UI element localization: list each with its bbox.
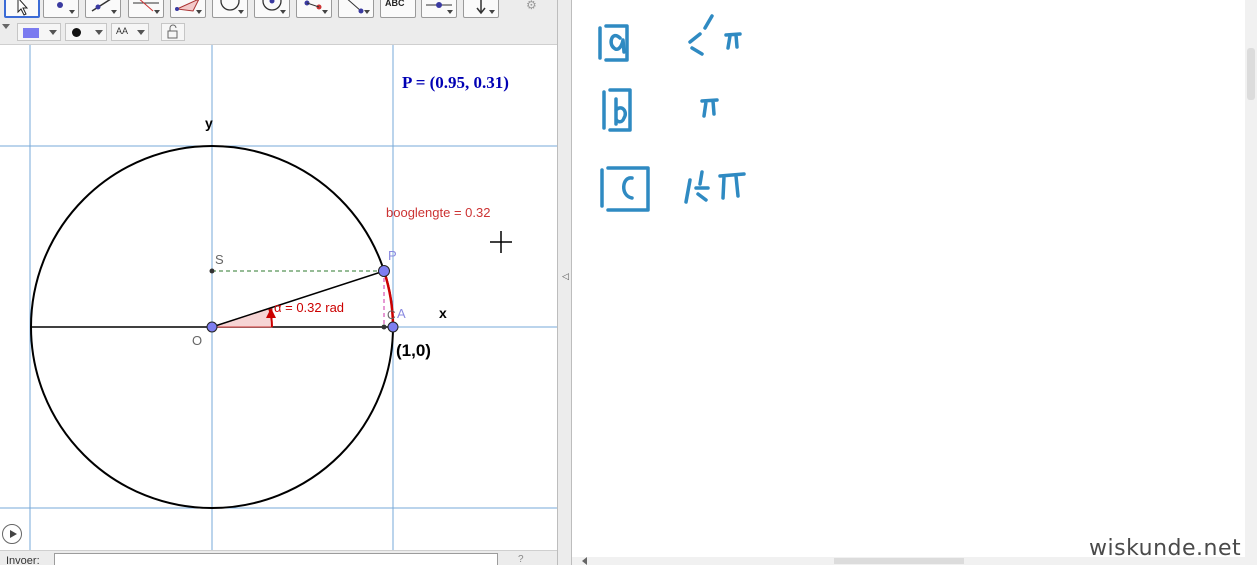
perpendicular-tool[interactable] [128,0,164,18]
toolbar: ABC ⚙ [0,0,557,20]
font-size-picker[interactable]: AA [111,23,149,41]
style-bar: AA [0,20,557,45]
slider-tool[interactable] [421,0,457,18]
point-tool[interactable] [43,0,79,18]
circle-tool[interactable] [212,0,248,18]
font-size-label: AA [116,26,129,36]
grid-lines [0,45,557,550]
lock-button[interactable] [161,23,185,41]
row-b-label [602,88,632,132]
color-picker[interactable] [17,23,61,41]
lock-icon [167,24,178,39]
stylebar-toggle-icon[interactable] [2,24,10,29]
label-S: S [215,252,224,267]
watermark: wiskunde.net [1089,536,1242,561]
row-c-label [600,166,650,212]
move-tool[interactable] [4,0,40,18]
row-a-answer [688,14,742,56]
point-O[interactable] [206,321,218,333]
axis-label-y: y [205,115,213,131]
move-view-tool[interactable] [463,0,499,18]
input-bar: Invoer: ? [0,550,557,565]
graphics-canvas[interactable]: y x S P C A O (1,0) α = 0.32 rad booglen… [0,45,557,550]
coords-label: P = (0.95, 0.31) [402,73,509,92]
input-field[interactable] [54,553,498,565]
horizontal-scroll-thumb[interactable] [834,558,964,564]
radius-OP [211,270,385,328]
text-tool[interactable]: ABC [380,0,416,18]
circle-center-tool[interactable] [254,0,290,18]
point-S[interactable] [209,268,215,274]
notes-pane [572,0,1257,565]
line-tool[interactable] [85,0,121,18]
arc-length-label: booglengte = 0.32 [386,205,490,220]
vertical-scrollbar[interactable] [1245,0,1257,565]
ellipse-icon [304,0,322,10]
play-button[interactable] [2,524,22,544]
circle-icon [220,0,240,11]
row-b-answer [700,98,719,118]
point-icon [57,2,63,8]
input-label: Invoer: [6,555,40,565]
perpendicular-icon [133,0,159,12]
label-O: O [192,333,202,348]
gear-icon[interactable]: ⚙ [526,0,537,12]
label-P: P [388,248,397,263]
angle-icon [347,0,364,14]
color-swatch [23,28,39,38]
point-style-picker[interactable] [65,23,107,41]
circle-point-icon [262,0,282,11]
angle-tool[interactable] [338,0,374,18]
play-icon [10,530,17,538]
point-A[interactable] [387,321,399,333]
handwriting-canvas [598,14,746,212]
geogebra-pane: ABC ⚙ AA y x S P C A O (1,0) α = 0.32 ra… [0,0,557,565]
graphics-view[interactable]: y x S P C A O (1,0) α = 0.32 rad booglen… [0,45,557,550]
angle-label: α = 0.32 rad [274,300,344,315]
arrow-cursor-icon [17,0,29,16]
label-C: C [387,308,396,322]
label-one-zero: (1,0) [396,341,431,360]
point-style-icon [72,28,81,37]
polygon-tool[interactable] [170,0,206,18]
row-c-answer [684,170,746,204]
slider-icon [426,2,452,8]
row-a-label [598,24,629,62]
move-arrows-icon [476,0,486,15]
axis-label-x: x [439,305,447,321]
pane-divider[interactable]: ◁ [557,0,572,565]
point-C[interactable] [381,324,387,330]
polygon-icon [175,0,200,12]
line-icon [91,0,111,12]
collapse-arrow-icon[interactable]: ◁ [562,271,569,282]
scroll-thumb[interactable] [1247,48,1255,100]
point-P[interactable] [378,265,390,277]
crosshair-cursor-icon [490,231,512,253]
conic-tool[interactable] [296,0,332,18]
scroll-left-icon[interactable] [582,557,587,565]
label-A: A [397,306,406,321]
help-icon[interactable]: ? [518,554,524,565]
text-tool-label: ABC [385,0,405,8]
